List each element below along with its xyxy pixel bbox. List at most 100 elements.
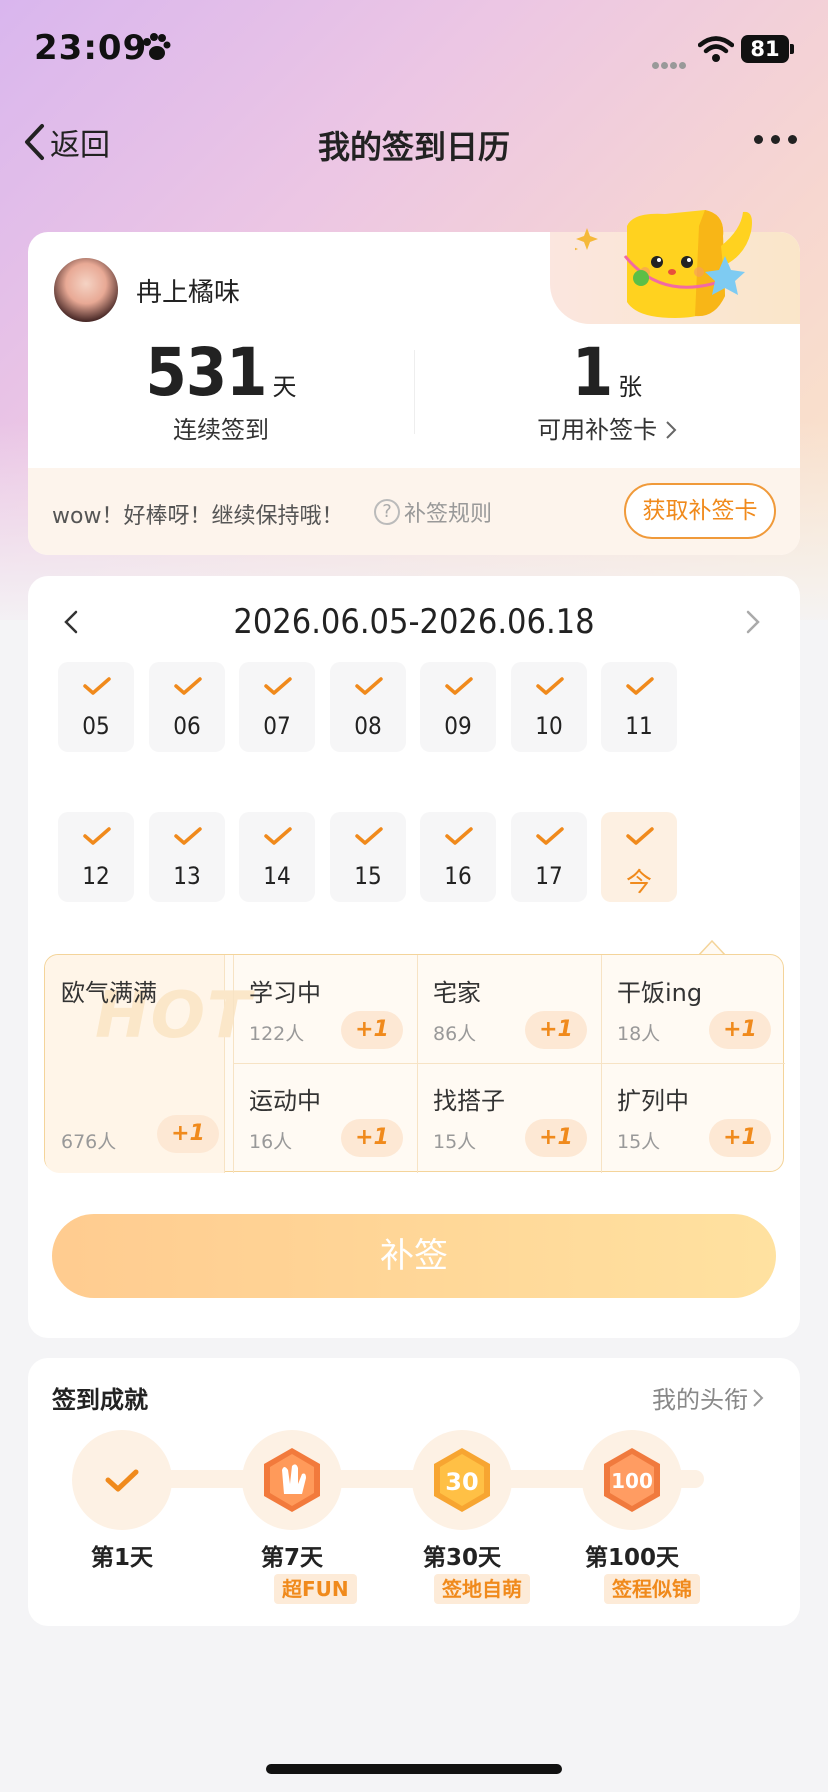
day-cell[interactable]: 09 [420, 662, 496, 752]
day-cell[interactable]: 12 [58, 812, 134, 902]
mood-item[interactable]: 运动中 16人 +1 [233, 1063, 417, 1171]
paw-icon [143, 33, 171, 60]
mood-name: 学习中 [249, 979, 321, 1007]
day-cell[interactable]: 15 [330, 812, 406, 902]
hand-badge-icon [264, 1448, 320, 1512]
makeup-signin-button[interactable]: 补签 [52, 1214, 776, 1298]
day-label: 15 [354, 862, 382, 890]
more-dot-icon [788, 135, 797, 144]
milestone-label: 第7天 [260, 1545, 323, 1571]
day-label: 07 [263, 712, 291, 740]
checkmark-icon [83, 677, 111, 695]
mood-panel: HOT 欧气满满 676人 +1 学习中 122人 +1 宅家 86人 +1 干饭ing 18… [44, 954, 785, 1173]
milestone-title-tag: 签地自萌 [434, 1574, 530, 1604]
plus-one-button[interactable]: +1 [525, 1119, 587, 1157]
day-label: 13 [173, 862, 201, 890]
checkmark-icon [626, 827, 654, 845]
checkmark-icon [536, 677, 564, 695]
mood-name: 干饭ing [617, 979, 703, 1007]
status-time: 23:09 [34, 28, 148, 68]
mood-featured[interactable]: HOT 欧气满满 676人 +1 [45, 955, 251, 1173]
streak-unit: 天 [272, 373, 297, 401]
day-cell[interactable]: 17 [511, 812, 587, 902]
makeup-cards-unit: 张 [618, 373, 643, 401]
chevron-right-icon[interactable] [742, 606, 764, 638]
day-label: 17 [535, 862, 563, 890]
day-label: 16 [444, 862, 472, 890]
checkmark-icon [174, 827, 202, 845]
mood-item[interactable]: 找搭子 15人 +1 [417, 1063, 601, 1171]
day-cell[interactable]: 16 [420, 812, 496, 902]
mood-count: 15人 [433, 1131, 477, 1153]
makeup-cards-stat[interactable]: 1 张 可用补签卡 [414, 332, 800, 445]
chevron-right-icon [666, 421, 677, 439]
calendar-card: 2026.06.05-2026.06.18 05 06 07 08 09 10 11 12 13… [28, 576, 800, 1338]
mood-count: 15人 [617, 1131, 661, 1153]
day-cell[interactable]: 05 [58, 662, 134, 752]
thirty-days-badge-icon: 30 [434, 1448, 490, 1512]
day-cell[interactable]: 10 [511, 662, 587, 752]
milestone-label: 第30天 [422, 1545, 501, 1571]
checkmark-icon [626, 677, 654, 695]
day-cell-today[interactable]: 今 [601, 812, 677, 902]
checkmark-icon [355, 827, 383, 845]
question-icon: ? [374, 499, 400, 525]
battery-tip [790, 44, 794, 54]
makeup-rules-label: 补签规则 [404, 502, 493, 527]
page-title: 我的签到日历 [317, 128, 510, 166]
my-title-link[interactable]: 我的头衔 [652, 1380, 764, 1415]
chevron-right-icon [753, 1388, 764, 1407]
mood-item[interactable]: 宅家 86人 +1 [417, 955, 601, 1063]
plus-one-button[interactable]: +1 [157, 1115, 219, 1153]
day-label: 09 [444, 712, 472, 740]
badge-day100: 100 [582, 1430, 682, 1530]
streak-stat: 531 天 连续签到 [28, 332, 414, 445]
day-cell[interactable]: 08 [330, 662, 406, 752]
plus-one-button[interactable]: +1 [341, 1011, 403, 1049]
checkmark-icon [174, 677, 202, 695]
day-cell[interactable]: 07 [239, 662, 315, 752]
mood-item[interactable]: 学习中 122人 +1 [233, 955, 417, 1063]
plus-one-button[interactable]: +1 [709, 1119, 771, 1157]
checkmark-icon [536, 827, 564, 845]
plus-one-button[interactable]: +1 [525, 1011, 587, 1049]
plus-one-button[interactable]: +1 [341, 1119, 403, 1157]
avatar[interactable] [52, 256, 120, 324]
achievements-title: 签到成就 [52, 1386, 148, 1414]
more-options-button[interactable] [754, 135, 797, 144]
profile-card-footer: wow！好棒呀！继续保持哦！ ? 补签规则 获取补签卡 [28, 468, 800, 555]
checkmark-icon [83, 827, 111, 845]
checkmark-icon [264, 827, 292, 845]
checkmark-icon [105, 1469, 139, 1492]
date-range: 2026.06.05-2026.06.18 [233, 602, 595, 642]
day-cell[interactable]: 11 [601, 662, 677, 752]
mood-count: 122人 [249, 1023, 305, 1045]
mascot-illustration [575, 210, 752, 318]
navigation-bar: 返回 我的签到日历 [0, 110, 828, 170]
day-label: 12 [82, 862, 110, 890]
day-cell[interactable]: 06 [149, 662, 225, 752]
mood-name: 宅家 [433, 979, 481, 1007]
mood-item[interactable]: 干饭ing 18人 +1 [601, 955, 785, 1063]
mood-count: 16人 [249, 1131, 293, 1153]
mood-name: 欧气满满 [61, 979, 157, 1007]
plus-one-button[interactable]: +1 [709, 1011, 771, 1049]
svg-text:30: 30 [445, 1468, 478, 1496]
makeup-rules-link[interactable]: ? 补签规则 [374, 496, 492, 528]
get-makeup-card-button[interactable]: 获取补签卡 [624, 483, 776, 539]
mood-count: 676人 [61, 1131, 117, 1153]
day-cell[interactable]: 13 [149, 812, 225, 902]
badge-day30: 30 [412, 1430, 512, 1530]
day-label: 10 [535, 712, 563, 740]
mood-name: 扩列中 [617, 1087, 689, 1115]
day-label: 06 [173, 712, 201, 740]
day-label: 08 [354, 712, 382, 740]
makeup-cards-label-row: 可用补签卡 [414, 410, 800, 445]
day-label: 05 [82, 712, 110, 740]
achievements-card: 签到成就 我的头衔 30 100 第1天 第7天 第30天 第100天 超FUN… [28, 1358, 800, 1626]
username: 冉上橘味 [136, 278, 241, 308]
mood-name: 运动中 [249, 1087, 321, 1115]
day-cell[interactable]: 14 [239, 812, 315, 902]
makeup-cards-value: 1 [571, 334, 613, 411]
mood-item[interactable]: 扩列中 15人 +1 [601, 1063, 785, 1171]
